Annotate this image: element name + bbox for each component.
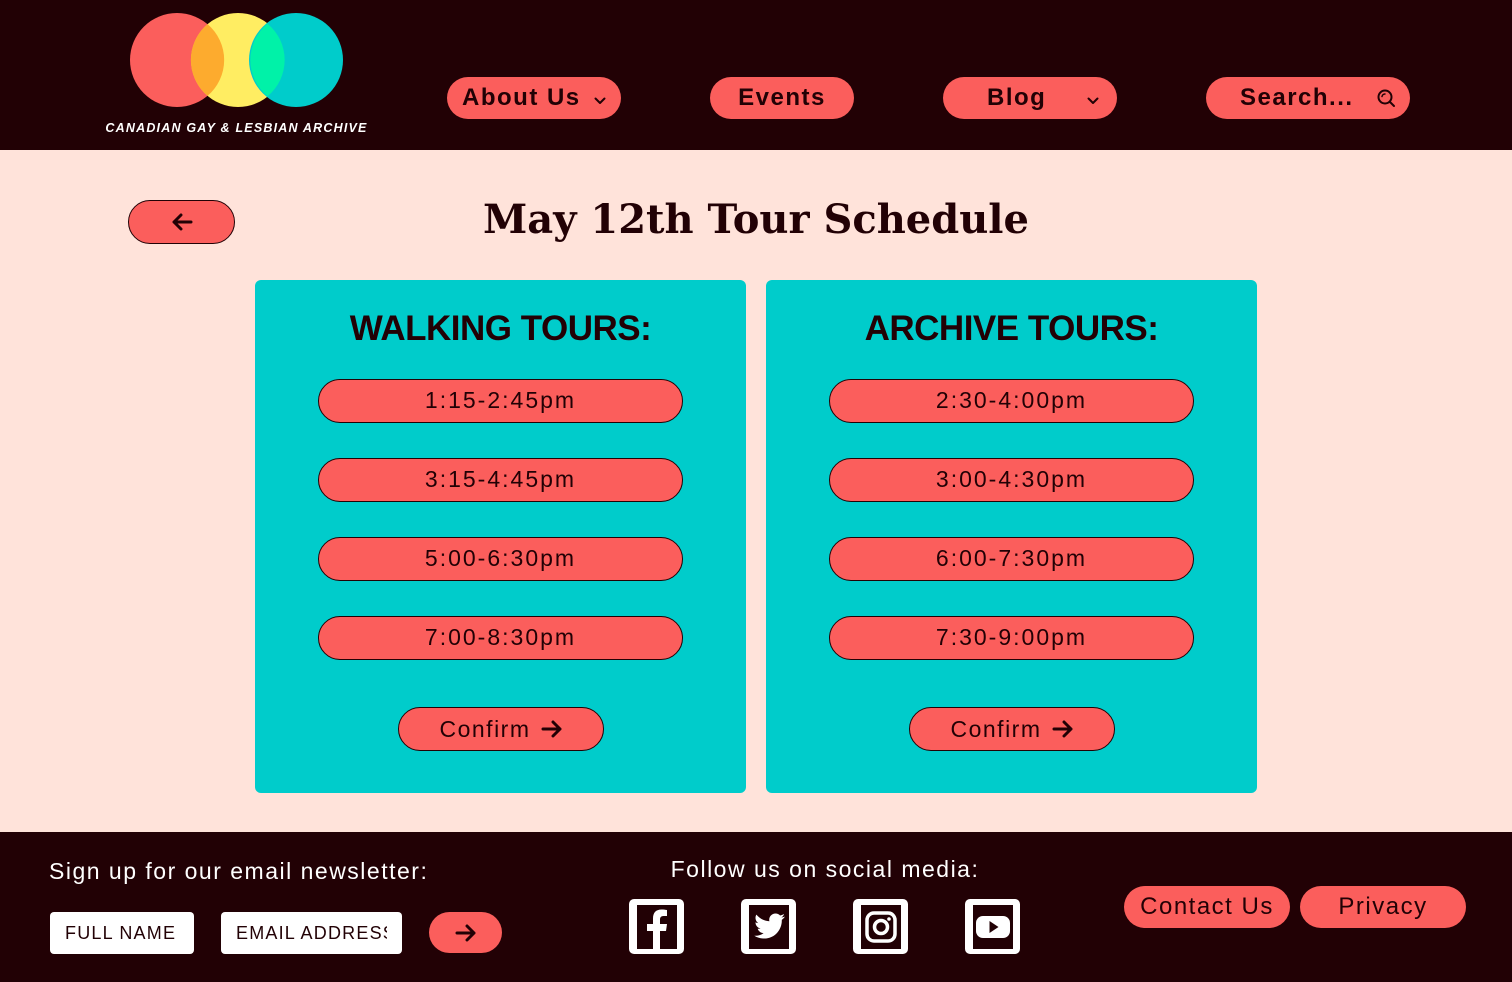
chevron-down-icon <box>1087 84 1099 112</box>
youtube-glyph <box>972 904 1013 949</box>
privacy-button[interactable]: Privacy <box>1300 886 1466 928</box>
site-footer: Sign up for our email newsletter: Follow… <box>0 832 1512 982</box>
nav-blog[interactable]: Blog <box>943 77 1117 119</box>
archive-confirm-button[interactable]: Confirm <box>909 707 1115 751</box>
site-logo[interactable]: CANADIAN GAY & LESBIAN ARCHIVE <box>100 12 380 142</box>
walking-confirm-button[interactable]: Confirm <box>398 707 604 751</box>
site-header: CANADIAN GAY & LESBIAN ARCHIVE About Us … <box>0 0 1512 150</box>
twitter-glyph <box>748 904 789 949</box>
nav-events[interactable]: Events <box>710 77 854 119</box>
archive-tours-panel: ARCHIVE TOURS: 2:30-4:00pm 3:00-4:30pm 6… <box>766 280 1257 793</box>
facebook-glyph <box>636 904 677 949</box>
arrow-right-icon <box>1052 720 1074 738</box>
archive-tours-title: ARCHIVE TOURS: <box>864 309 1159 348</box>
nav-about-us-label: About Us <box>462 84 581 111</box>
time-slot-button[interactable]: 1:15-2:45pm <box>318 379 683 423</box>
time-slot-button[interactable]: 2:30-4:00pm <box>829 379 1194 423</box>
confirm-label: Confirm <box>439 715 531 742</box>
email-address-input[interactable] <box>221 912 402 954</box>
twitter-icon[interactable] <box>741 899 796 954</box>
page-title: May 12th Tour Schedule <box>483 196 1029 243</box>
newsletter-label: Sign up for our email newsletter: <box>49 858 429 884</box>
chevron-down-icon <box>594 84 606 112</box>
logo-text: CANADIAN GAY & LESBIAN ARCHIVE <box>105 121 368 135</box>
instagram-icon[interactable] <box>853 899 908 954</box>
search-bar[interactable]: Search... <box>1206 77 1410 119</box>
search-icon[interactable] <box>1376 88 1396 108</box>
youtube-icon[interactable] <box>965 899 1020 954</box>
time-slot-button[interactable]: 6:00-7:30pm <box>829 537 1194 581</box>
nav-about-us[interactable]: About Us <box>447 77 621 119</box>
contact-us-button[interactable]: Contact Us <box>1124 886 1290 928</box>
facebook-icon[interactable] <box>629 899 684 954</box>
arrow-right-icon <box>455 924 477 942</box>
time-slot-button[interactable]: 7:30-9:00pm <box>829 616 1194 660</box>
full-name-input[interactable] <box>50 912 194 954</box>
time-slot-button[interactable]: 3:00-4:30pm <box>829 458 1194 502</box>
social-media-label: Follow us on social media: <box>670 856 980 882</box>
search-placeholder[interactable]: Search... <box>1240 84 1354 112</box>
time-slot-button[interactable]: 7:00-8:30pm <box>318 616 683 660</box>
time-slot-button[interactable]: 3:15-4:45pm <box>318 458 683 502</box>
instagram-glyph <box>860 904 901 949</box>
arrow-right-icon <box>541 720 563 738</box>
nav-blog-label: Blog <box>987 84 1047 111</box>
time-slot-button[interactable]: 5:00-6:30pm <box>318 537 683 581</box>
walking-tours-title: WALKING TOURS: <box>349 309 652 348</box>
confirm-label: Confirm <box>950 715 1042 742</box>
logo-circles-icon <box>130 13 343 107</box>
newsletter-submit-button[interactable] <box>429 912 502 953</box>
nav-events-label: Events <box>738 84 826 111</box>
walking-tours-panel: WALKING TOURS: 1:15-2:45pm 3:15-4:45pm 5… <box>255 280 746 793</box>
